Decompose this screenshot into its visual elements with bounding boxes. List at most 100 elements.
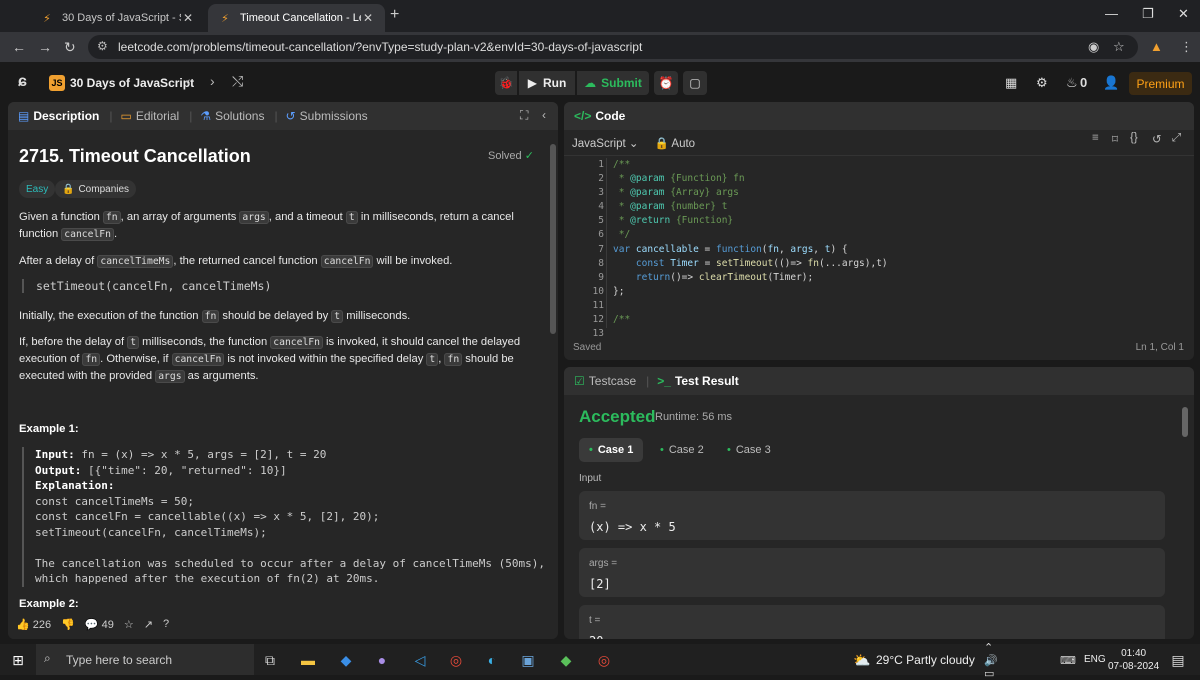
chrome-icon[interactable]: ◎ [446, 650, 466, 670]
submit-label: Submit [601, 76, 642, 90]
collapse-panel-icon[interactable]: ‹ [542, 108, 546, 122]
input-label: args = [589, 558, 618, 569]
forward-icon[interactable]: → [38, 39, 52, 55]
reset-icon[interactable]: ↺ [1152, 132, 1162, 146]
tab-submissions[interactable]: ↺ Submissions [286, 109, 368, 123]
task-view-icon[interactable]: ⧉ [260, 650, 280, 670]
shuffle-icon[interactable]: ⤭ [232, 73, 243, 90]
windows-taskbar: ⊞ ⌕ Type here to search ⧉ ▬ ◆ ● ◁ ◎ ◐ ▣ ◆… [0, 642, 1200, 680]
url-field[interactable]: ⚙ leetcode.com/problems/timeout-cancella… [88, 35, 1138, 59]
premium-button[interactable]: Premium [1129, 72, 1192, 95]
dislike-icon[interactable]: 👎 [61, 618, 75, 631]
maximize-icon[interactable]: ⛶ [520, 108, 528, 123]
description-paragraph-3: Initially, the execution of the function… [19, 310, 411, 323]
code-editor[interactable]: /** * @param {Function} fn * @param {Arr… [606, 158, 1176, 328]
github-icon[interactable]: ● [372, 650, 392, 670]
keyboard-icon[interactable]: ⌨ [1058, 650, 1078, 670]
js-badge-icon: JS [49, 75, 65, 91]
restore-icon[interactable]: ❐ [1142, 6, 1154, 22]
leetcode-logo-icon[interactable]: ɕ [18, 73, 34, 91]
next-problem-icon[interactable]: › [210, 73, 215, 89]
study-plan-title[interactable]: 30 Days of JavaScript [70, 76, 194, 90]
language-select[interactable]: JavaScript ⌄ [572, 136, 639, 150]
chrome-active-icon[interactable]: ◎ [594, 650, 614, 670]
share-icon[interactable]: ↗ [144, 618, 153, 631]
favorite-star-icon[interactable]: ☆ [124, 618, 134, 631]
new-tab-icon[interactable]: + [390, 6, 399, 24]
back-icon[interactable]: ← [12, 39, 26, 55]
difficulty-badge[interactable]: Easy [19, 180, 56, 198]
language-indicator[interactable]: ENG [1084, 654, 1106, 665]
checkbox-icon: ☑ [574, 374, 585, 388]
notification-icon[interactable]: ▤ [1168, 650, 1188, 670]
site-settings-icon[interactable]: ⚙ [97, 39, 108, 53]
case-1-tab[interactable]: • Case 1 [579, 438, 644, 462]
vscode-icon[interactable]: ◁ [410, 650, 430, 670]
check-circle-icon: ✓ [524, 150, 534, 162]
address-bar-row: ← → ↻ ⚙ leetcode.com/problems/timeout-ca… [0, 32, 1200, 62]
tab-description[interactable]: ▤ Description [18, 109, 99, 123]
avatar[interactable]: 👤 [1103, 75, 1119, 91]
close-tab-icon[interactable]: ✕ [181, 11, 195, 25]
braces-icon[interactable]: {} [1130, 132, 1138, 144]
close-window-icon[interactable]: ✕ [1178, 6, 1189, 22]
help-icon[interactable]: ? [163, 618, 169, 630]
lock-icon: 🔒 [654, 137, 669, 150]
code-tab[interactable]: </> Code [574, 109, 625, 123]
browser-tab-timeout-cancellation[interactable]: ⚡ Timeout Cancellation - LeetCod ✕ [208, 4, 385, 32]
windows-start-icon[interactable]: ⊞ [8, 650, 28, 670]
layout-grid-icon[interactable]: ▦ [1005, 75, 1017, 91]
submit-button[interactable]: ☁ Submit [577, 71, 649, 95]
case-3-tab[interactable]: • Case 3 [717, 438, 781, 462]
run-label: Run [542, 76, 567, 90]
minimize-icon[interactable]: — [1105, 6, 1118, 21]
description-scrollbar[interactable] [548, 130, 558, 610]
streak-count: 0 [1080, 75, 1088, 90]
extension-icon[interactable]: ▲ [1150, 39, 1163, 54]
edge-icon[interactable]: ◐ [482, 650, 502, 670]
browser-tab-study-plan[interactable]: ⚡ 30 Days of JavaScript - Study Pl ✕ [30, 4, 205, 32]
scrollbar-thumb[interactable] [1182, 407, 1188, 437]
tab-editorial[interactable]: ▭ Editorial [120, 109, 179, 123]
expand-icon[interactable]: ⤢ [1172, 132, 1181, 145]
tray-icons[interactable]: ⌃ 🔊 ▭ [984, 642, 1004, 680]
store-icon[interactable]: ◆ [336, 650, 356, 670]
scrollbar-thumb[interactable] [550, 144, 556, 334]
description-paragraph-4: If, before the delay of t milliseconds, … [19, 336, 521, 383]
run-button[interactable]: ▶ Run [519, 71, 575, 95]
companies-badge[interactable]: 🔒 Companies [55, 180, 137, 198]
streak-fire-icon[interactable]: ♨ [1066, 75, 1078, 91]
tab-testcase[interactable]: ☑ Testcase [574, 374, 636, 388]
eye-off-icon[interactable]: ◉ [1088, 39, 1099, 55]
maps-icon[interactable]: ◆ [556, 650, 576, 670]
description-panel: ▤ Description | ▭ Editorial | ⚗ Solutions | ↺ S… [8, 102, 558, 639]
tab-test-result[interactable]: >_ Test Result [657, 374, 738, 388]
input-value: 20 [589, 634, 1155, 639]
tab-label: Submissions [299, 109, 368, 123]
clock[interactable]: 01:40 07-08-2024 [1108, 647, 1159, 673]
notes-icon[interactable]: ▢ [683, 71, 707, 95]
taskbar-search[interactable]: ⌕ Type here to search [36, 644, 254, 675]
case-2-tab[interactable]: • Case 2 [650, 438, 714, 462]
reload-icon[interactable]: ↻ [64, 39, 76, 56]
flask-icon: ⚗ [200, 109, 212, 123]
runtime-text: Runtime: 56 ms [655, 411, 733, 423]
bookmark-icon[interactable]: ⌑ [1112, 132, 1118, 146]
tab-solutions[interactable]: ⚗ Solutions [200, 109, 264, 123]
result-scrollbar[interactable] [1180, 395, 1190, 639]
bookmark-star-icon[interactable]: ☆ [1113, 39, 1125, 55]
browser-menu-icon[interactable]: ⋮ [1180, 39, 1193, 55]
line-number-gutter: 1 2 3 4 5 6 7 8 9 10 11 12 13 [592, 159, 604, 340]
format-icon[interactable]: ≡ [1092, 132, 1099, 144]
debug-icon[interactable]: 🐞 [495, 71, 517, 95]
prev-problem-icon[interactable]: ‹ [186, 73, 191, 89]
settings-gear-icon[interactable]: ⚙ [1036, 75, 1048, 91]
comments-button[interactable]: 💬 49 [85, 618, 114, 631]
file-explorer-icon[interactable]: ▬ [298, 650, 318, 670]
close-tab-icon[interactable]: ✕ [361, 11, 375, 25]
network-tool-icon[interactable]: ▣ [518, 650, 538, 670]
alarm-clock-icon[interactable]: ⏰ [654, 71, 678, 95]
auto-mode[interactable]: 🔒 Auto [655, 136, 696, 150]
weather-text[interactable]: 29°C Partly cloudy [876, 653, 975, 667]
like-button[interactable]: 👍 226 [16, 618, 51, 631]
